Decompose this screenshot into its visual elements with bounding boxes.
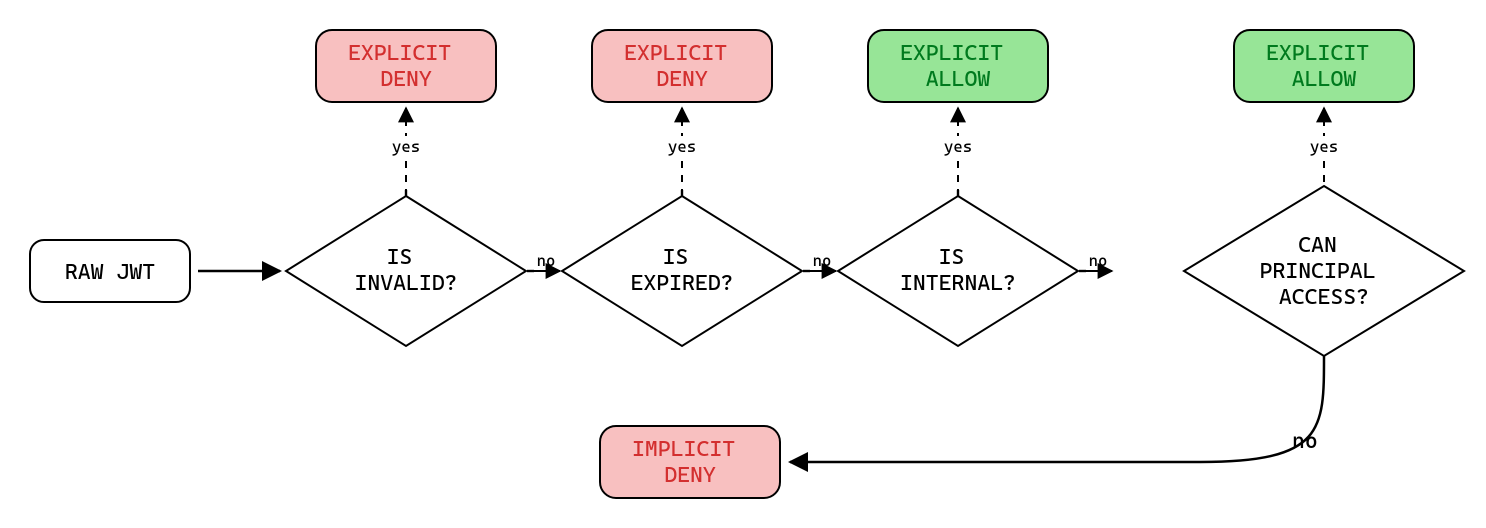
edge-internal-no-label: no (1089, 251, 1108, 270)
jwt-auth-flowchart: EXPLICIT DENY EXPLICIT DENY EXPLICIT ALL… (0, 0, 1486, 528)
deny2-line1: EXPLICIT (624, 41, 727, 66)
allow2-line2: ALLOW (1292, 67, 1357, 92)
access-line3: ACCESS? (1279, 285, 1369, 310)
deny1-line1: EXPLICIT (348, 41, 451, 66)
internal-line2: INTERNAL? (900, 271, 1016, 296)
deny2-line2: DENY (656, 67, 708, 92)
result-explicit-allow-1: EXPLICIT ALLOW (868, 30, 1048, 102)
edge-expired-no: no (804, 251, 836, 271)
node-internal: IS INTERNAL? (838, 196, 1078, 346)
expired-line2: EXPIRED? (630, 271, 733, 296)
access-line2: PRINCIPAL (1260, 259, 1376, 284)
edge-access-no: no (790, 356, 1324, 462)
edge-expired-yes: yes (664, 108, 700, 196)
edge-internal-no: no (1080, 251, 1112, 271)
allow1-line2: ALLOW (926, 67, 991, 92)
edge-internal-yes-label: yes (944, 137, 972, 156)
edge-invalid-yes-label: yes (392, 137, 420, 156)
access-line1: CAN (1298, 233, 1337, 258)
edge-invalid-yes: yes (388, 108, 424, 196)
implicit-line2: DENY (664, 463, 716, 488)
start-label: RAW JWT (65, 260, 155, 285)
edge-access-no-label: no (1292, 429, 1318, 454)
result-explicit-deny-2: EXPLICIT DENY (592, 30, 772, 102)
expired-line1: IS (663, 245, 689, 270)
internal-line1: IS (939, 245, 965, 270)
node-access: CAN PRINCIPAL ACCESS? (1184, 186, 1464, 356)
edge-invalid-no: no (528, 251, 560, 271)
edge-invalid-no-label: no (537, 251, 556, 270)
result-implicit-deny: IMPLICIT DENY (600, 426, 780, 498)
deny1-line2: DENY (380, 67, 432, 92)
allow1-line1: EXPLICIT (900, 41, 1003, 66)
invalid-line1: IS (387, 245, 413, 270)
edge-expired-no-label: no (813, 251, 832, 270)
edge-access-yes: yes (1306, 108, 1342, 196)
result-explicit-deny-1: EXPLICIT DENY (316, 30, 496, 102)
edge-expired-yes-label: yes (668, 137, 696, 156)
edge-access-yes-label: yes (1310, 137, 1338, 156)
allow2-line1: EXPLICIT (1266, 41, 1369, 66)
result-explicit-allow-2: EXPLICIT ALLOW (1234, 30, 1414, 102)
node-expired: IS EXPIRED? (562, 196, 802, 346)
node-start: RAW JWT (30, 240, 190, 302)
implicit-line1: IMPLICIT (632, 437, 735, 462)
node-invalid: IS INVALID? (286, 196, 526, 346)
invalid-line2: INVALID? (354, 271, 457, 296)
edge-internal-yes: yes (940, 108, 976, 196)
